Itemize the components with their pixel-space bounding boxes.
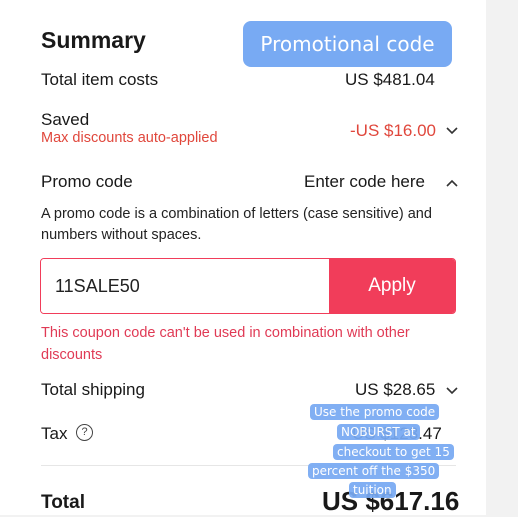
promo-code-label: Promo code xyxy=(41,172,133,191)
promo-note-line: tuition xyxy=(349,482,396,498)
promo-note-line: Use the promo code xyxy=(310,404,440,420)
promo-description: A promo code is a combination of letters… xyxy=(41,206,432,243)
promo-code-form: Apply xyxy=(40,258,456,314)
saved-note: Max discounts auto-applied xyxy=(41,130,218,146)
chevron-up-icon[interactable] xyxy=(445,175,459,191)
promotional-code-overlay: Promotional code xyxy=(243,21,452,67)
summary-title: Summary xyxy=(41,27,146,53)
coupon-error-message: This coupon code can't be used in combin… xyxy=(41,325,410,363)
promo-note-line: NOBURST at xyxy=(337,424,420,440)
promo-code-toggle[interactable]: Enter code here xyxy=(304,172,425,192)
total-item-costs-label: Total item costs xyxy=(41,70,159,89)
total-shipping-value[interactable]: US $28.65 xyxy=(355,380,435,400)
total-shipping-label: Total shipping xyxy=(41,380,145,399)
chevron-down-icon[interactable] xyxy=(445,123,459,139)
promo-code-input[interactable] xyxy=(41,259,331,313)
apply-button[interactable]: Apply xyxy=(329,259,455,313)
saved-label: Saved xyxy=(41,110,90,129)
saved-value[interactable]: -US $16.00 xyxy=(350,121,436,141)
chevron-down-icon[interactable] xyxy=(445,383,459,399)
total-item-costs-value: US $481.04 xyxy=(345,70,435,89)
tax-label: Tax xyxy=(41,424,68,443)
promo-note-line: checkout to get 15 xyxy=(333,444,454,460)
question-circle-icon[interactable]: ? xyxy=(76,424,93,441)
promo-note-line: percent off the $350 xyxy=(308,463,440,479)
total-label: Total xyxy=(41,492,85,513)
